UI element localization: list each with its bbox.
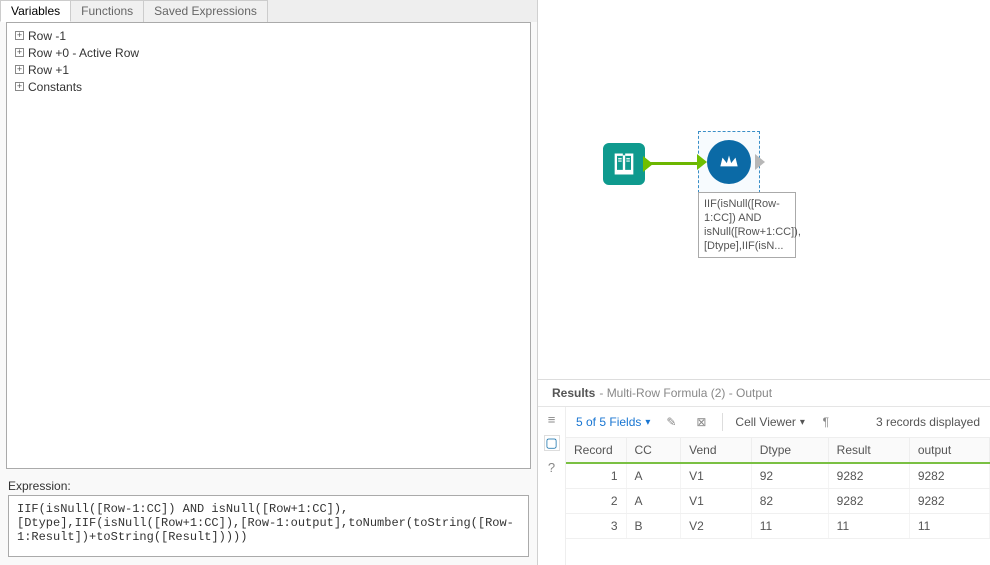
tree-item-row-active[interactable]: + Row +0 - Active Row: [11, 44, 526, 61]
results-toolbar: 5 of 5 Fields ▾ ✎ ⊠ Cell Viewer ▾ ¶ 3 re…: [566, 407, 990, 438]
col-result[interactable]: Result: [828, 438, 909, 463]
tab-saved-expressions[interactable]: Saved Expressions: [143, 0, 268, 22]
chevron-down-icon: ▾: [645, 417, 650, 428]
expression-label: Expression:: [0, 475, 537, 495]
cell-vend[interactable]: V2: [681, 514, 752, 539]
cell-dtype[interactable]: 92: [751, 463, 828, 489]
expand-icon[interactable]: +: [15, 31, 24, 40]
cell-dtype[interactable]: 82: [751, 489, 828, 514]
tool-annotation[interactable]: IIF(isNull([Row-1:CC]) AND isNull([Row+1…: [698, 192, 796, 258]
tab-variables[interactable]: Variables: [0, 0, 71, 22]
table-row[interactable]: 3BV2111111: [566, 514, 990, 539]
fields-dropdown[interactable]: 5 of 5 Fields ▾: [576, 415, 650, 429]
edit-icon[interactable]: ✎: [662, 415, 680, 429]
data-view-icon[interactable]: ▢: [544, 435, 560, 451]
tree-item-label: Row -1: [28, 29, 66, 43]
results-title: Results: [552, 386, 595, 400]
clear-icon[interactable]: ⊠: [692, 415, 710, 429]
input-data-tool[interactable]: [603, 143, 645, 185]
tree-item-constants[interactable]: + Constants: [11, 78, 526, 95]
cell-viewer-label: Cell Viewer: [735, 415, 795, 429]
tree-item-row-minus1[interactable]: + Row -1: [11, 27, 526, 44]
connection-line[interactable]: [650, 162, 698, 165]
col-cc[interactable]: CC: [626, 438, 681, 463]
cell-output[interactable]: 9282: [909, 463, 989, 489]
results-table[interactable]: Record CC Vend Dtype Result output 1AV19…: [566, 438, 990, 539]
variables-tree[interactable]: + Row -1 + Row +0 - Active Row + Row +1 …: [6, 22, 531, 469]
cell-cc[interactable]: B: [626, 514, 681, 539]
col-record[interactable]: Record: [566, 438, 626, 463]
config-tabs: Variables Functions Saved Expressions: [0, 0, 537, 22]
cell-result[interactable]: 9282: [828, 489, 909, 514]
book-icon: [610, 150, 638, 178]
col-vend[interactable]: Vend: [681, 438, 752, 463]
cell-result[interactable]: 9282: [828, 463, 909, 489]
cell-cc[interactable]: A: [626, 463, 681, 489]
expand-icon[interactable]: +: [15, 65, 24, 74]
cell-record[interactable]: 3: [566, 514, 626, 539]
list-view-icon[interactable]: ≡: [544, 411, 560, 427]
pilcrow-icon[interactable]: ¶: [817, 415, 835, 429]
cell-output[interactable]: 11: [909, 514, 989, 539]
records-count: 3 records displayed: [876, 415, 980, 429]
cell-viewer-dropdown[interactable]: Cell Viewer ▾: [735, 415, 805, 429]
multirow-formula-tool-selection[interactable]: [698, 131, 760, 193]
tree-item-label: Constants: [28, 80, 82, 94]
results-subtitle: - Multi-Row Formula (2) - Output: [599, 386, 772, 400]
cell-vend[interactable]: V1: [681, 489, 752, 514]
output-anchor-icon[interactable]: [755, 154, 765, 170]
expression-input[interactable]: IIF(isNull([Row-1:CC]) AND isNull([Row+1…: [8, 495, 529, 557]
results-side-tabs: ≡ ▢ ?: [538, 407, 566, 565]
chevron-down-icon: ▾: [800, 417, 805, 428]
cell-vend[interactable]: V1: [681, 463, 752, 489]
separator: [722, 413, 723, 431]
formula-crown-icon: [716, 149, 742, 175]
help-icon[interactable]: ?: [544, 459, 560, 475]
cell-cc[interactable]: A: [626, 489, 681, 514]
expand-icon[interactable]: +: [15, 82, 24, 91]
tree-item-label: Row +0 - Active Row: [28, 46, 139, 60]
cell-record[interactable]: 1: [566, 463, 626, 489]
table-row[interactable]: 1AV19292829282: [566, 463, 990, 489]
workspace-panel: IIF(isNull([Row-1:CC]) AND isNull([Row+1…: [538, 0, 990, 565]
multirow-formula-tool[interactable]: [707, 140, 751, 184]
cell-dtype[interactable]: 11: [751, 514, 828, 539]
results-header: Results - Multi-Row Formula (2) - Output: [538, 380, 990, 407]
workflow-canvas[interactable]: IIF(isNull([Row-1:CC]) AND isNull([Row+1…: [538, 0, 990, 380]
cell-result[interactable]: 11: [828, 514, 909, 539]
config-panel: Variables Functions Saved Expressions + …: [0, 0, 538, 565]
col-output[interactable]: output: [909, 438, 989, 463]
cell-output[interactable]: 9282: [909, 489, 989, 514]
tree-item-label: Row +1: [28, 63, 69, 77]
table-header-row: Record CC Vend Dtype Result output: [566, 438, 990, 463]
table-row[interactable]: 2AV18292829282: [566, 489, 990, 514]
tree-item-row-plus1[interactable]: + Row +1: [11, 61, 526, 78]
fields-label: 5 of 5 Fields: [576, 415, 641, 429]
input-anchor-icon[interactable]: [697, 154, 707, 170]
cell-record[interactable]: 2: [566, 489, 626, 514]
col-dtype[interactable]: Dtype: [751, 438, 828, 463]
expand-icon[interactable]: +: [15, 48, 24, 57]
tab-functions[interactable]: Functions: [70, 0, 144, 22]
